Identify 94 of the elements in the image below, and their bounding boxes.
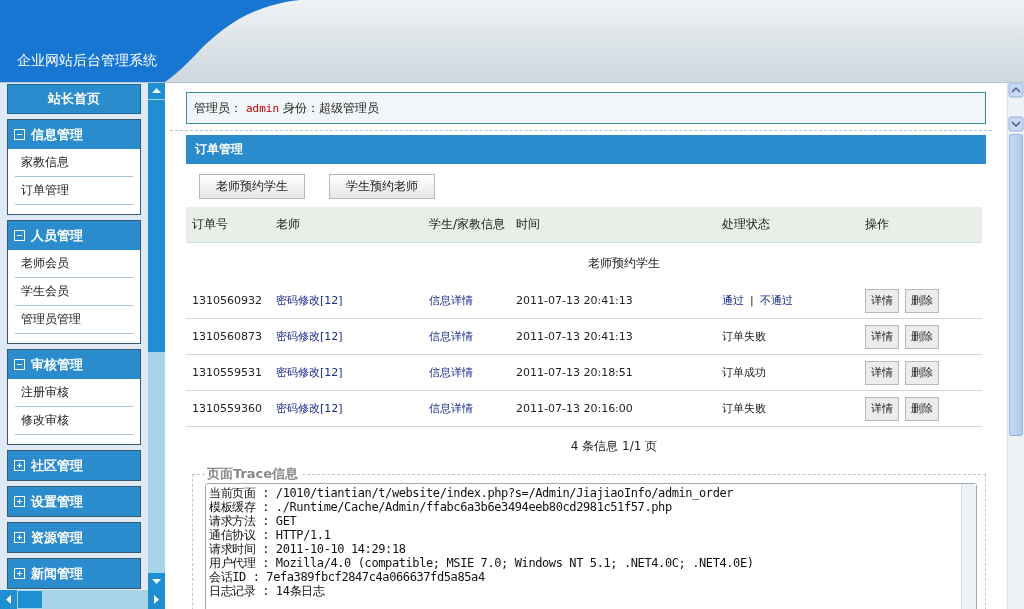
reject-link[interactable]: 不通过 [759, 293, 793, 308]
column-header: 处理状态 [721, 216, 771, 233]
scroll-left-icon[interactable] [0, 590, 17, 609]
menu-group-header[interactable]: 设置管理 [8, 487, 140, 516]
trace-legend: 页面Trace信息 [205, 465, 301, 483]
menu-group-header[interactable]: 审核管理 [8, 350, 140, 379]
action-button[interactable]: 详情 [865, 288, 899, 313]
expand-icon[interactable] [14, 532, 25, 543]
scrollbar[interactable] [0, 590, 165, 609]
collapse-icon[interactable] [14, 129, 25, 140]
table-cell-text: 1310560873 [191, 329, 263, 345]
column-header: 时间 [515, 216, 541, 233]
table-cell-text: 2011-07-13 20:41:13 [515, 293, 634, 309]
expand-icon[interactable] [14, 568, 25, 579]
action-button[interactable]: 详情 [865, 324, 899, 349]
menu-group-header[interactable]: 新闻管理 [8, 559, 140, 588]
menu-group-title: 信息管理 [31, 125, 83, 144]
status-text: 订单失败 [722, 401, 766, 416]
action-button[interactable]: 删除 [905, 324, 939, 349]
panel-title-bar: 订单管理 [186, 135, 986, 164]
menu-group-title: 审核管理 [31, 355, 83, 374]
menu-item[interactable]: 注册审核 [15, 379, 133, 407]
menu-item[interactable]: 修改审核 [15, 407, 133, 435]
approve-link[interactable]: 通过 [722, 293, 744, 308]
menu-item[interactable]: 家教信息 [15, 149, 133, 177]
trace-line: 当前页面 : /1010/tiantian/t/website/index.php?s=/Admin/JiajiaoInfo/admin_order [209, 486, 735, 500]
menu-group-title: 资源管理 [31, 528, 83, 547]
menu-group-title: 设置管理 [31, 492, 83, 511]
expand-icon[interactable] [14, 460, 25, 471]
admin-username: admin [246, 101, 280, 115]
action-button[interactable]: 详情 [865, 396, 899, 421]
table-cell-text: 1310559360 [191, 401, 263, 417]
expand-icon[interactable] [14, 496, 25, 507]
action-button[interactable]: 删除 [905, 396, 939, 421]
table-cell-text: 1310559531 [191, 365, 263, 381]
menu-group-title: 人员管理 [31, 226, 83, 245]
scroll-down-icon[interactable] [148, 573, 165, 590]
column-header: 订单号 [191, 216, 229, 233]
trace-line: 日志记录 : 14条日志 [209, 584, 326, 598]
status-text: 订单失败 [722, 329, 766, 344]
info-link[interactable]: 信息详情 [423, 283, 510, 318]
menu-item[interactable]: 老师会员 [15, 250, 133, 278]
column-header: 学生/家教信息 [428, 216, 507, 233]
scrollbar[interactable] [961, 484, 976, 609]
menu-item[interactable]: 管理员管理 [15, 306, 133, 334]
scrollbar[interactable] [148, 82, 165, 590]
action-button[interactable]: 删除 [905, 288, 939, 313]
scroll-down-icon[interactable] [1008, 116, 1024, 132]
action-button[interactable]: 详情 [865, 360, 899, 385]
menu-group-header[interactable]: 资源管理 [8, 523, 140, 552]
table-cell-text: 1310560932 [191, 293, 263, 309]
pagination-text: 4 条信息 1/1 页 [570, 439, 658, 453]
admin-role: 身份：超级管理员 [283, 99, 380, 117]
collapse-icon[interactable] [14, 359, 25, 370]
column-header: 老师 [275, 216, 301, 233]
collapse-icon[interactable] [14, 230, 25, 241]
filter-button[interactable]: 老师预约学生 [199, 174, 305, 199]
table-cell-text: 2011-07-13 20:18:51 [515, 365, 634, 381]
scroll-thumb[interactable] [1009, 134, 1023, 436]
trace-line: 请求方法 : GET [209, 514, 298, 528]
home-button[interactable]: 站长首页 [7, 84, 141, 114]
status-text: 订单成功 [722, 365, 766, 380]
filter-button[interactable]: 学生预约老师 [329, 174, 435, 199]
trace-line: 请求时间 : 2011-10-10 14:29:18 [209, 542, 407, 556]
scroll-up-icon[interactable] [1008, 82, 1024, 98]
teacher-link[interactable]: 密码修改[12] [270, 319, 423, 354]
menu-group-header[interactable]: 社区管理 [8, 451, 140, 480]
group-caption: 老师预约学生 [588, 254, 660, 272]
admin-label: 管理员： [194, 99, 242, 117]
scroll-thumb[interactable] [18, 591, 42, 608]
teacher-link[interactable]: 密码修改[12] [270, 355, 423, 390]
info-link[interactable]: 信息详情 [423, 355, 510, 390]
menu-group-title: 社区管理 [31, 456, 83, 475]
info-link[interactable]: 信息详情 [423, 391, 510, 426]
teacher-link[interactable]: 密码修改[12] [270, 283, 423, 318]
trace-line: 会话ID : 7efa389fbcf2847c4a066637fd5a85a4 [209, 570, 486, 584]
menu-group-header[interactable]: 人员管理 [8, 221, 140, 250]
menu-item[interactable]: 订单管理 [15, 177, 133, 205]
scroll-thumb[interactable] [148, 100, 165, 352]
menu-group-header[interactable]: 信息管理 [8, 120, 140, 149]
trace-line: 用户代理 : Mozilla/4.0 (compatible; MSIE 7.0; Windows NT 5.1; .NET4.0C; .NET4.0E) [209, 556, 755, 570]
separator: | [750, 294, 754, 307]
teacher-link[interactable]: 密码修改[12] [270, 391, 423, 426]
column-header: 操作 [864, 216, 890, 233]
menu-item[interactable]: 学生会员 [15, 278, 133, 306]
action-button[interactable]: 删除 [905, 360, 939, 385]
info-link[interactable]: 信息详情 [423, 319, 510, 354]
table-cell-text: 2011-07-13 20:41:13 [515, 329, 634, 345]
app-title: 企业网站后台管理系统 [17, 52, 157, 70]
trace-line: 通信协议 : HTTP/1.1 [209, 528, 332, 542]
menu-group-title: 新闻管理 [31, 564, 83, 583]
trace-line: 模板缓存 : ./Runtime/Cache/Admin/ffabc6a3b6e3494eeb80cd2981c51f57.php [209, 500, 673, 514]
table-cell-text: 2011-07-13 20:16:00 [515, 401, 634, 417]
scroll-right-icon[interactable] [148, 590, 165, 609]
